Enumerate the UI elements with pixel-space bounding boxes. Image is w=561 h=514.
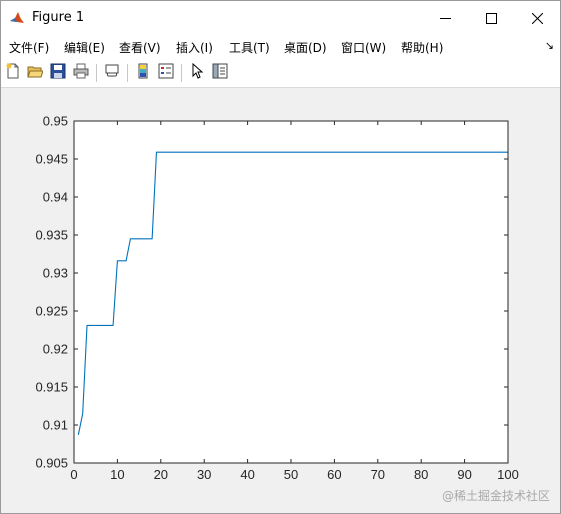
close-icon (531, 9, 543, 28)
new-figure-button[interactable] (3, 63, 23, 83)
edit-plot-arrow-icon (189, 62, 205, 83)
x-tick-label: 80 (414, 467, 428, 482)
x-tick-label: 100 (497, 467, 519, 482)
y-tick-label: 0.91 (43, 418, 68, 433)
minimize-icon (439, 9, 451, 28)
y-tick-label: 0.93 (43, 266, 68, 281)
save-icon (50, 63, 66, 83)
menu-insert[interactable]: 插入(I) (176, 39, 213, 56)
y-tick-label: 0.905 (35, 456, 68, 471)
y-tick-label: 0.925 (35, 304, 68, 319)
x-tick-label: 0 (70, 467, 77, 482)
menu-help[interactable]: 帮助(H) (401, 39, 443, 56)
window-title: Figure 1 (32, 10, 85, 25)
y-tick-label: 0.92 (43, 342, 68, 357)
watermark: @稀土掘金技术社区 (442, 489, 551, 503)
y-tick-label: 0.915 (35, 380, 68, 395)
new-figure-icon (5, 63, 21, 83)
line-chart[interactable]: 0 10 20 30 40 50 60 70 80 90 100 0.905 0.91 0.915 0.92… (1, 88, 560, 513)
edit-plot-button[interactable] (187, 62, 207, 83)
print-button[interactable] (71, 63, 91, 83)
insert-colorbar-button[interactable] (133, 63, 153, 83)
menu-view[interactable]: 查看(V) (119, 39, 161, 56)
x-tick-label: 30 (197, 467, 211, 482)
link-plot-button[interactable] (102, 63, 122, 83)
y-tick-label: 0.95 (43, 114, 68, 129)
open-file-icon (27, 63, 44, 83)
print-icon (73, 63, 89, 83)
minimize-button[interactable] (422, 1, 468, 35)
link-plot-icon (104, 63, 120, 83)
y-tick-label: 0.935 (35, 228, 68, 243)
show-plot-tools-button[interactable] (210, 63, 230, 83)
menu-edit[interactable]: 编辑(E) (64, 39, 105, 56)
figure-window: Figure 1 文件(F) 编辑(E) 查看(V) 插入(I) 工具(T) 桌… (0, 0, 561, 514)
save-button[interactable] (48, 63, 68, 83)
insert-legend-icon (158, 63, 174, 83)
maximize-button[interactable] (468, 1, 514, 35)
show-plot-tools-icon (212, 63, 228, 83)
y-tick-label: 0.945 (35, 152, 68, 167)
menu-tools[interactable]: 工具(T) (229, 39, 270, 56)
x-tick-label: 50 (284, 467, 298, 482)
matlab-icon (9, 10, 25, 26)
close-button[interactable] (514, 1, 560, 35)
x-tick-label: 60 (327, 467, 341, 482)
toolbar-separator (96, 64, 97, 82)
menu-desktop[interactable]: 桌面(D) (284, 39, 327, 56)
insert-legend-button[interactable] (156, 63, 176, 83)
toolbar-separator (181, 64, 182, 82)
figure-toolbar (1, 59, 560, 88)
x-tick-label: 20 (154, 467, 168, 482)
toolbar-separator (127, 64, 128, 82)
maximize-icon (485, 9, 497, 28)
menu-file[interactable]: 文件(F) (9, 39, 49, 56)
menu-bar: 文件(F) 编辑(E) 查看(V) 插入(I) 工具(T) 桌面(D) 窗口(W… (1, 35, 560, 59)
insert-colorbar-icon (135, 63, 151, 83)
menu-window[interactable]: 窗口(W) (341, 39, 386, 56)
x-tick-label: 70 (371, 467, 385, 482)
title-bar[interactable]: Figure 1 (1, 1, 560, 35)
figure-canvas: 0 10 20 30 40 50 60 70 80 90 100 0.905 0.91 0.915 0.92… (1, 88, 560, 513)
x-tick-label: 90 (457, 467, 471, 482)
y-tick-label: 0.94 (43, 190, 68, 205)
x-tick-label: 40 (240, 467, 254, 482)
dock-arrow-icon[interactable]: ↘ (545, 39, 554, 52)
plot-area[interactable] (74, 121, 508, 463)
open-file-button[interactable] (25, 63, 45, 83)
x-tick-label: 10 (110, 467, 124, 482)
